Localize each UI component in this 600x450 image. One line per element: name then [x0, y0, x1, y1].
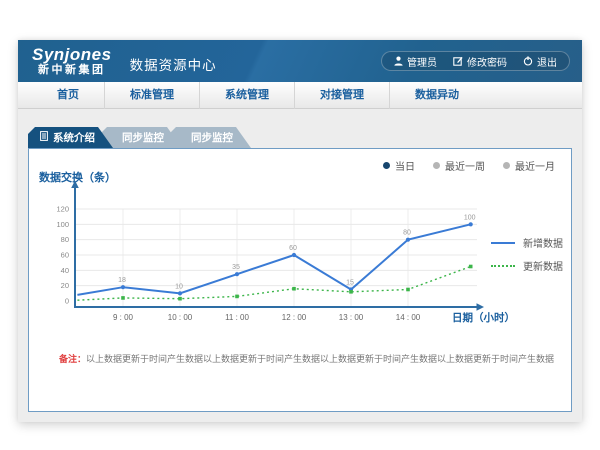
- footnote-prefix: 备注：: [59, 354, 86, 364]
- svg-text:60: 60: [61, 251, 69, 260]
- svg-text:14 : 00: 14 : 00: [396, 313, 421, 322]
- nav-item-standard-mgmt[interactable]: 标准管理: [105, 82, 200, 109]
- radio-unselected-icon: [503, 162, 510, 169]
- user-menu-logout-label: 退出: [537, 54, 557, 69]
- logo-english: Synjones: [32, 46, 112, 63]
- nav-item-connection-mgmt[interactable]: 对接管理: [295, 82, 390, 109]
- user-menu-change-password-label: 修改密码: [467, 54, 507, 69]
- tab-sync-monitor-1-label: 同步监控: [122, 130, 164, 145]
- svg-text:120: 120: [56, 205, 69, 214]
- app-window: Synjones 新中新集团 数据资源中心 管理员 修改密码 退出: [18, 40, 582, 422]
- tab-system-intro-label: 系统介绍: [53, 130, 95, 145]
- svg-text:80: 80: [403, 230, 411, 237]
- range-option-last-week[interactable]: 最近一周: [433, 158, 485, 173]
- tab-sync-monitor-2[interactable]: 同步监控: [169, 127, 251, 148]
- svg-text:40: 40: [61, 266, 69, 275]
- dotted-line-icon: [491, 265, 515, 267]
- svg-text:10: 10: [175, 283, 183, 290]
- svg-text:12 : 00: 12 : 00: [282, 313, 307, 322]
- range-option-today[interactable]: 当日: [383, 158, 415, 173]
- time-range-filter: 当日 最近一周 最近一月: [383, 158, 555, 173]
- svg-text:100: 100: [464, 214, 476, 221]
- range-option-last-month[interactable]: 最近一月: [503, 158, 555, 173]
- user-menu-logout[interactable]: 退出: [523, 54, 557, 69]
- tab-bar: 系统介绍 同步监控 同步监控: [28, 127, 251, 148]
- user-menu-admin-label: 管理员: [407, 54, 437, 69]
- line-chart: 0 20 40 60 80 100 120 9 : 00 10 : 00 11 : 00 12 : …: [29, 179, 571, 337]
- nav-item-data-change[interactable]: 数据异动: [390, 82, 484, 109]
- svg-text:0: 0: [65, 297, 69, 306]
- chart-legend: 新增数据 更新数据: [491, 235, 563, 273]
- svg-text:60: 60: [289, 245, 297, 252]
- range-option-last-month-label: 最近一月: [515, 158, 555, 173]
- app-header: Synjones 新中新集团 数据资源中心 管理员 修改密码 退出: [18, 40, 582, 82]
- radio-unselected-icon: [433, 162, 440, 169]
- main-nav: 首页 标准管理 系统管理 对接管理 数据异动: [18, 82, 582, 109]
- edit-icon: [453, 56, 463, 66]
- user-icon: [394, 56, 403, 66]
- tab-system-intro[interactable]: 系统介绍: [28, 127, 113, 148]
- range-option-last-week-label: 最近一周: [445, 158, 485, 173]
- document-icon: [40, 131, 48, 144]
- chart-panel: 当日 最近一周 最近一月 数据交换（条） 0204060801001209 : …: [28, 148, 572, 412]
- legend-new-data: 新增数据: [491, 235, 563, 250]
- user-menu-admin[interactable]: 管理员: [394, 54, 437, 69]
- page-title: 数据资源中心: [130, 54, 217, 74]
- svg-text:10 : 00: 10 : 00: [168, 313, 193, 322]
- svg-text:20: 20: [61, 281, 69, 290]
- svg-text:80: 80: [61, 235, 69, 244]
- svg-text:11 : 00: 11 : 00: [225, 313, 249, 322]
- svg-text:15: 15: [346, 280, 354, 287]
- legend-new-data-label: 新增数据: [523, 235, 563, 250]
- svg-text:100: 100: [56, 220, 69, 229]
- legend-update-data-label: 更新数据: [523, 258, 563, 273]
- svg-text:35: 35: [232, 264, 240, 271]
- solid-line-icon: [491, 242, 515, 244]
- radio-selected-icon: [383, 162, 390, 169]
- svg-text:9 : 00: 9 : 00: [113, 313, 134, 322]
- user-menu: 管理员 修改密码 退出: [381, 51, 570, 71]
- power-icon: [523, 56, 533, 66]
- logo-chinese: 新中新集团: [32, 65, 112, 76]
- footnote-text: 以上数据更新于时间产生数据以上数据更新于时间产生数据以上数据更新于时间产生数据以…: [86, 354, 555, 364]
- tab-sync-monitor-1[interactable]: 同步监控: [100, 127, 182, 148]
- svg-text:13 : 00: 13 : 00: [339, 313, 364, 322]
- legend-update-data: 更新数据: [491, 258, 563, 273]
- company-logo: Synjones 新中新集团: [32, 46, 112, 76]
- footnote: 备注：以上数据更新于时间产生数据以上数据更新于时间产生数据以上数据更新于时间产生…: [59, 353, 555, 366]
- svg-text:日期（小时）: 日期（小时）: [452, 311, 515, 324]
- svg-text:18: 18: [118, 277, 126, 284]
- user-menu-change-password[interactable]: 修改密码: [453, 54, 507, 69]
- nav-item-system-mgmt[interactable]: 系统管理: [200, 82, 295, 109]
- nav-item-home[interactable]: 首页: [32, 82, 105, 109]
- range-option-today-label: 当日: [395, 158, 415, 173]
- content-area: 系统介绍 同步监控 同步监控 当日 最近一周: [18, 109, 582, 422]
- tab-sync-monitor-2-label: 同步监控: [191, 130, 233, 145]
